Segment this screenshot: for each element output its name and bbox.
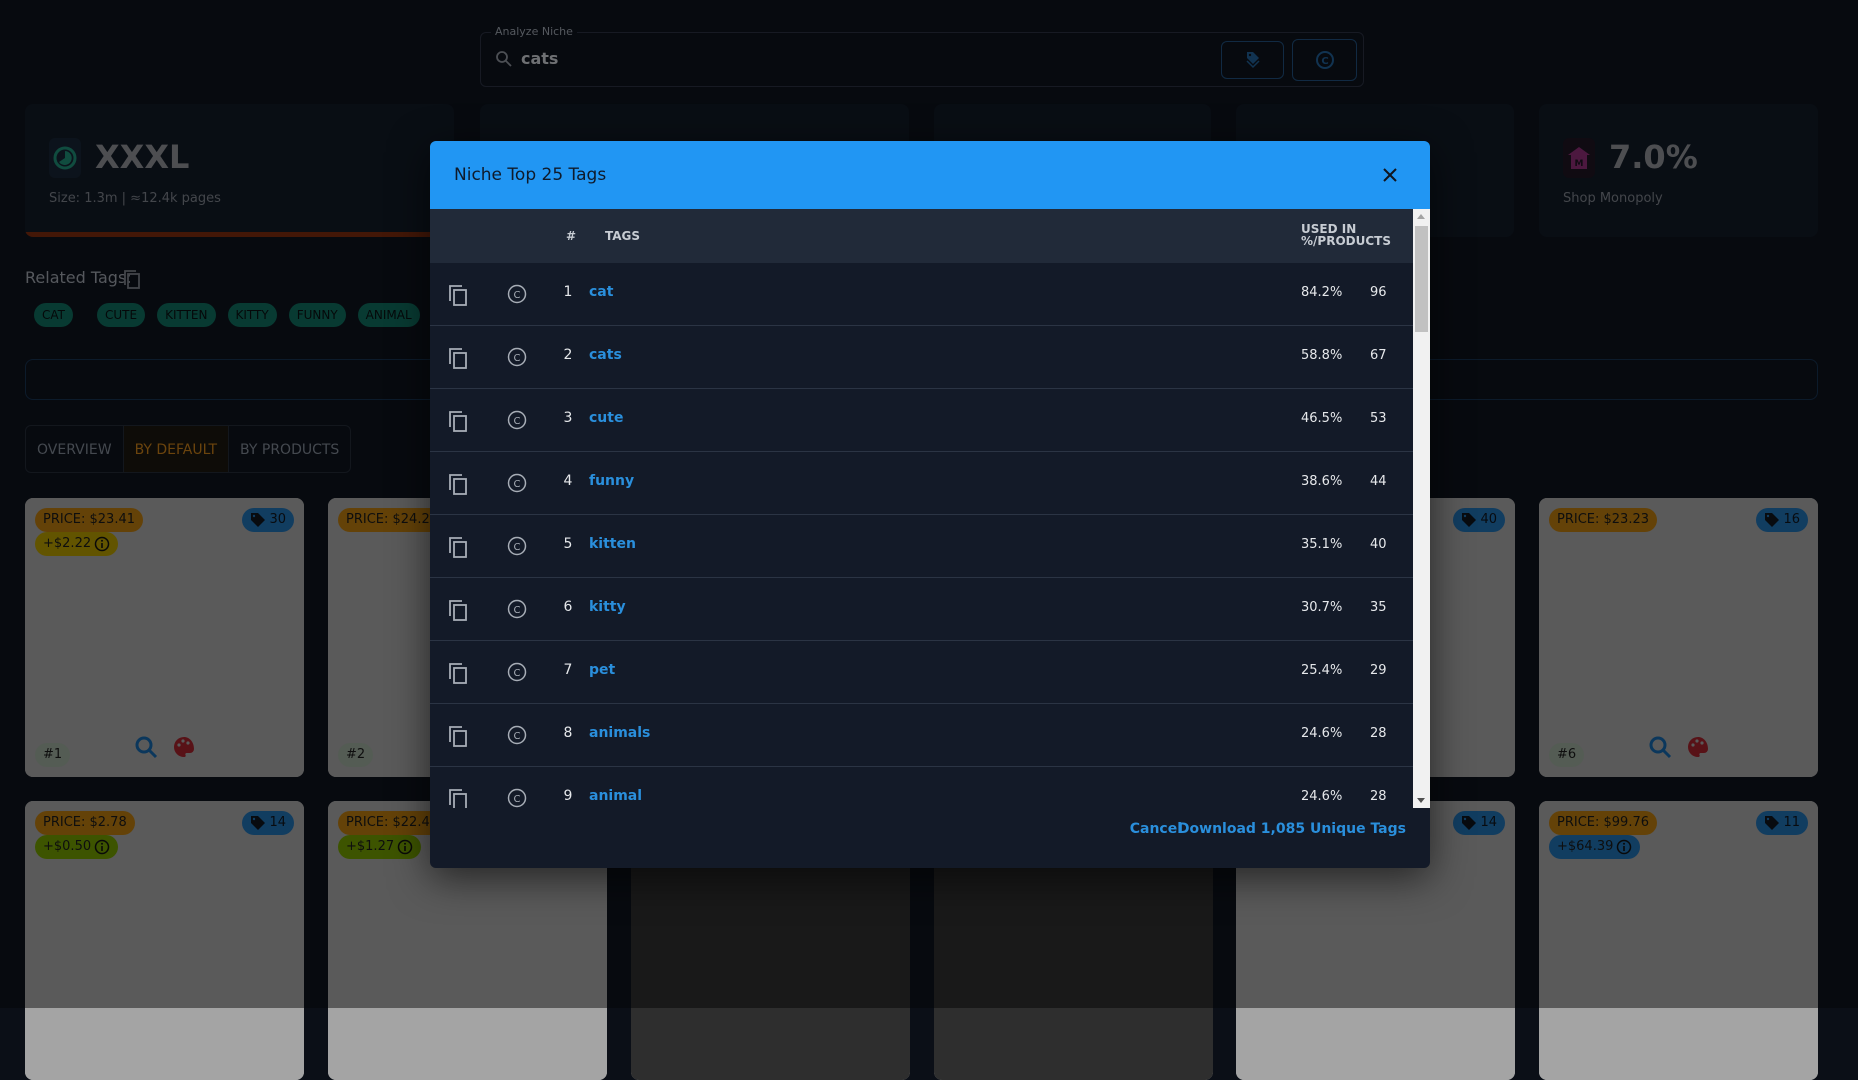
scroll-thumb[interactable] <box>1415 226 1428 332</box>
copyright-icon[interactable]: C <box>507 347 527 367</box>
table-row: C 6 kitty 30.7% 35 <box>430 578 1413 641</box>
product-count: 40 <box>1370 537 1387 552</box>
row-number: 5 <box>558 536 578 552</box>
row-number: 9 <box>558 788 578 804</box>
copyright-icon[interactable]: C <box>507 410 527 430</box>
copyright-icon[interactable]: C <box>507 536 527 556</box>
row-number: 4 <box>558 473 578 489</box>
svg-text:C: C <box>514 668 521 679</box>
tag-link[interactable]: cute <box>589 410 623 426</box>
cancel-button[interactable]: Cancel <box>1130 821 1182 837</box>
column-header-used: USED IN%/PRODUCTS <box>1301 223 1391 247</box>
copy-icon[interactable] <box>447 661 469 685</box>
copy-icon[interactable] <box>447 409 469 433</box>
used-percent: 84.2% <box>1301 285 1342 300</box>
copyright-icon[interactable]: C <box>507 725 527 745</box>
tag-link[interactable]: animal <box>589 788 642 804</box>
tag-link[interactable]: pet <box>589 662 615 678</box>
copy-icon[interactable] <box>447 598 469 622</box>
svg-text:C: C <box>514 731 521 742</box>
product-count: 28 <box>1370 726 1387 741</box>
table-row: C 7 pet 25.4% 29 <box>430 641 1413 704</box>
table-row: C 4 funny 38.6% 44 <box>430 452 1413 515</box>
used-percent: 35.1% <box>1301 537 1342 552</box>
scroll-up-arrow[interactable] <box>1417 214 1425 219</box>
row-number: 3 <box>558 410 578 426</box>
svg-text:C: C <box>514 479 521 490</box>
modal-header: Niche Top 25 Tags <box>430 141 1430 209</box>
table-row: C 3 cute 46.5% 53 <box>430 389 1413 452</box>
tag-link[interactable]: cats <box>589 347 622 363</box>
table-row: C 8 animals 24.6% 28 <box>430 704 1413 767</box>
row-number: 8 <box>558 725 578 741</box>
column-header-used-line2: %/PRODUCTS <box>1301 234 1391 248</box>
row-number: 6 <box>558 599 578 615</box>
used-percent: 24.6% <box>1301 726 1342 741</box>
copy-icon[interactable] <box>447 346 469 370</box>
tag-link[interactable]: animals <box>589 725 650 741</box>
tags-table: # TAGS USED IN%/PRODUCTS C1cat84.2%96C2c… <box>430 209 1413 808</box>
used-percent: 46.5% <box>1301 411 1342 426</box>
tag-link[interactable]: kitten <box>589 536 636 552</box>
copy-icon[interactable] <box>447 787 469 808</box>
used-percent: 58.8% <box>1301 348 1342 363</box>
used-percent: 24.6% <box>1301 789 1342 804</box>
row-number: 1 <box>558 284 578 300</box>
svg-text:C: C <box>514 794 521 805</box>
copy-icon[interactable] <box>447 535 469 559</box>
page: Analyze Niche cats C XXXL Size: 1.3m | ≈… <box>0 0 1858 1008</box>
copyright-icon[interactable]: C <box>507 662 527 682</box>
copy-icon[interactable] <box>447 283 469 307</box>
column-header-tags: TAGS <box>605 229 640 243</box>
modal-title: Niche Top 25 Tags <box>454 165 606 185</box>
table-row: C 9 animal 24.6% 28 <box>430 767 1413 808</box>
copy-icon[interactable] <box>447 724 469 748</box>
table-scrollbar[interactable] <box>1413 209 1430 808</box>
svg-text:C: C <box>514 290 521 301</box>
product-count: 67 <box>1370 348 1387 363</box>
scroll-down-arrow[interactable] <box>1417 798 1425 803</box>
copyright-icon[interactable]: C <box>507 599 527 619</box>
row-number: 2 <box>558 347 578 363</box>
close-icon[interactable] <box>1380 165 1400 185</box>
table-row: C 2 cats 58.8% 67 <box>430 326 1413 389</box>
table-row: C 5 kitten 35.1% 40 <box>430 515 1413 578</box>
modal-footer: Cancel Download 1,085 Unique Tags <box>430 808 1430 868</box>
column-header-num: # <box>566 229 576 243</box>
copyright-icon[interactable]: C <box>507 473 527 493</box>
used-percent: 30.7% <box>1301 600 1342 615</box>
top-tags-modal: Niche Top 25 Tags # TAGS USED IN%/PRODUC… <box>430 141 1430 868</box>
row-number: 7 <box>558 662 578 678</box>
product-count: 28 <box>1370 789 1387 804</box>
product-count: 53 <box>1370 411 1387 426</box>
copyright-icon[interactable]: C <box>507 788 527 808</box>
used-percent: 25.4% <box>1301 663 1342 678</box>
copyright-icon[interactable]: C <box>507 284 527 304</box>
tag-link[interactable]: funny <box>589 473 634 489</box>
product-count: 29 <box>1370 663 1387 678</box>
product-count: 96 <box>1370 285 1387 300</box>
tag-link[interactable]: cat <box>589 284 613 300</box>
copy-icon[interactable] <box>447 472 469 496</box>
table-body: C1cat84.2%96C2cats58.8%67C3cute46.5%53C4… <box>430 263 1413 808</box>
svg-text:C: C <box>514 605 521 616</box>
svg-text:C: C <box>514 542 521 553</box>
table-header: # TAGS USED IN%/PRODUCTS <box>430 209 1413 263</box>
svg-text:C: C <box>514 416 521 427</box>
product-count: 44 <box>1370 474 1387 489</box>
table-row: C 1 cat 84.2% 96 <box>430 263 1413 326</box>
product-count: 35 <box>1370 600 1387 615</box>
svg-text:C: C <box>514 353 521 364</box>
tag-link[interactable]: kitty <box>589 599 626 615</box>
download-tags-button[interactable]: Download 1,085 Unique Tags <box>1178 821 1406 837</box>
used-percent: 38.6% <box>1301 474 1342 489</box>
